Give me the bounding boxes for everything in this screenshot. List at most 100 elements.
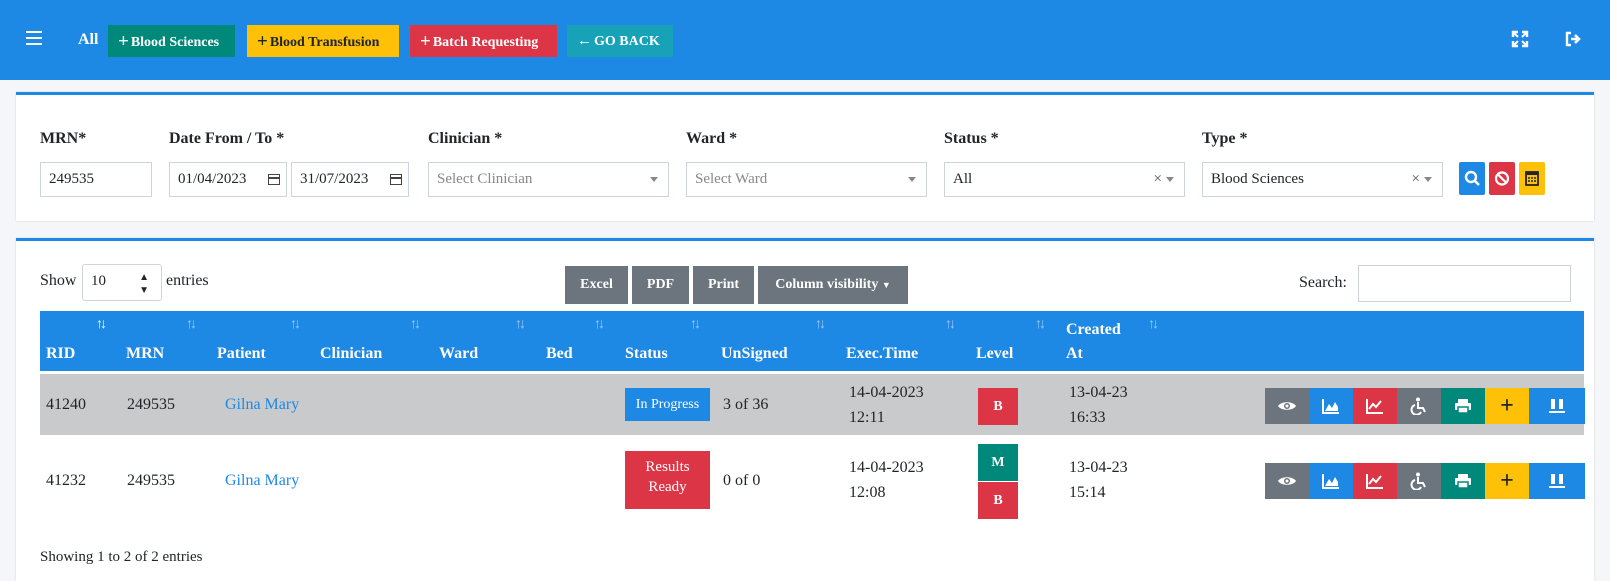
plus-icon: + — [1500, 392, 1514, 419]
col-unsigned[interactable]: UnSigned — [721, 345, 788, 363]
area-chart-button[interactable] — [1309, 388, 1353, 424]
sort-icon[interactable]: ↑↓ — [410, 317, 421, 333]
sort-icon[interactable]: ↑↓ — [96, 317, 107, 333]
print-row-button[interactable] — [1441, 388, 1485, 424]
clear-icon[interactable]: × — [1154, 163, 1162, 196]
table-header: RID ↑↓ MRN ↑↓ Patient ↑↓ Clinician ↑↓ Wa… — [40, 311, 1584, 371]
wheelchair-icon — [1410, 397, 1426, 415]
mrn-label: MRN* — [40, 130, 87, 147]
sort-icon[interactable]: ↑↓ — [594, 317, 605, 333]
clear-icon[interactable]: × — [1412, 163, 1420, 196]
blood-transfusion-button[interactable]: + Blood Transfusion — [247, 25, 399, 57]
col-ward[interactable]: Ward — [439, 345, 478, 363]
sort-icon[interactable]: ↑↓ — [290, 317, 301, 333]
view-button[interactable] — [1265, 463, 1309, 499]
status-badge: In Progress — [625, 388, 710, 421]
line-chart-button[interactable] — [1353, 388, 1397, 424]
chevron-down-icon: ▼ — [881, 280, 891, 290]
sort-icon[interactable]: ↑↓ — [186, 317, 197, 333]
calendar-button[interactable] — [1519, 162, 1545, 195]
table-search-input[interactable] — [1358, 265, 1571, 302]
table-info: Showing 1 to 2 of 2 entries — [40, 549, 203, 565]
accessibility-button[interactable] — [1397, 463, 1441, 499]
sort-icon[interactable]: ↑↓ — [1148, 317, 1159, 333]
clinician-select[interactable]: Select Clinician — [428, 162, 669, 197]
sort-icon[interactable]: ↑↓ — [815, 317, 826, 333]
menu-icon[interactable] — [26, 31, 42, 45]
chevron-down-icon — [650, 177, 658, 182]
cell-rid: 41232 — [46, 472, 86, 489]
sort-icon[interactable]: ↑↓ — [1035, 317, 1046, 333]
cell-mrn: 249535 — [127, 472, 175, 489]
col-rid[interactable]: RID — [46, 345, 75, 363]
entries-select[interactable]: 10 ▲ ▼ — [82, 264, 162, 301]
entries-label: entries — [166, 272, 209, 289]
fullscreen-icon[interactable] — [1511, 30, 1529, 48]
search-button[interactable] — [1459, 162, 1485, 195]
wheelchair-icon — [1410, 472, 1426, 490]
print-row-button[interactable] — [1441, 463, 1485, 499]
sort-icon[interactable]: ↑↓ — [515, 317, 526, 333]
blood-sciences-button[interactable]: + Blood Sciences — [108, 25, 235, 57]
level-badge: B — [978, 388, 1018, 425]
patient-link[interactable]: Gilna Mary — [225, 472, 299, 490]
sort-icon[interactable]: ↑↓ — [690, 317, 701, 333]
col-level[interactable]: Level — [976, 345, 1013, 363]
patient-link[interactable]: Gilna Mary — [225, 396, 299, 414]
search-label: Search: — [1299, 274, 1347, 291]
go-back-button[interactable]: ← GO BACK — [567, 25, 673, 57]
all-link[interactable]: All — [78, 31, 98, 49]
col-created[interactable]: Created — [1066, 321, 1121, 339]
add-button[interactable]: + — [1485, 388, 1529, 424]
view-button[interactable] — [1265, 388, 1309, 424]
line-chart-icon — [1366, 474, 1383, 489]
calendar-icon — [1525, 171, 1539, 186]
print-button[interactable]: Print — [693, 266, 754, 304]
eye-icon — [1278, 402, 1296, 410]
area-chart-icon — [1322, 474, 1339, 489]
status-select[interactable]: All × — [944, 162, 1185, 197]
plus-icon: + — [1500, 467, 1514, 494]
column-visibility-button[interactable]: Column visibility ▼ — [758, 266, 908, 304]
pdf-button[interactable]: PDF — [632, 266, 689, 304]
show-label: Show — [40, 272, 77, 289]
ward-label: Ward * — [686, 130, 738, 147]
type-select[interactable]: Blood Sciences × — [1202, 162, 1443, 197]
plus-icon: + — [420, 31, 431, 52]
col-clinician[interactable]: Clinician — [320, 345, 382, 363]
cell-unsigned: 3 of 36 — [723, 396, 769, 413]
ward-select[interactable]: Select Ward — [686, 162, 927, 197]
mrn-input[interactable]: 249535 — [40, 162, 152, 197]
calendar-icon[interactable] — [390, 174, 402, 185]
tubes-button[interactable] — [1529, 388, 1585, 424]
area-chart-button[interactable] — [1309, 463, 1353, 499]
row-actions: + — [1265, 463, 1585, 499]
batch-requesting-button[interactable]: + Batch Requesting — [410, 25, 557, 57]
reset-button[interactable] — [1489, 162, 1515, 195]
col-mrn[interactable]: MRN — [126, 345, 164, 363]
col-bed[interactable]: Bed — [546, 345, 573, 363]
sort-icon[interactable]: ↑↓ — [945, 317, 956, 333]
chevron-down-icon — [1166, 177, 1174, 182]
col-patient[interactable]: Patient — [217, 345, 266, 363]
col-created-at[interactable]: At — [1066, 345, 1083, 363]
calendar-icon[interactable] — [268, 174, 280, 185]
date-to-input[interactable]: 31/07/2023 — [291, 162, 409, 197]
logout-icon[interactable] — [1564, 30, 1582, 48]
sort-icon: ▲ ▼ — [139, 272, 149, 296]
type-label: Type * — [1202, 130, 1248, 147]
tubes-button[interactable] — [1529, 463, 1585, 499]
add-button[interactable]: + — [1485, 463, 1529, 499]
cell-rid: 41240 — [46, 396, 86, 413]
excel-button[interactable]: Excel — [565, 266, 628, 304]
col-status[interactable]: Status — [625, 345, 668, 363]
row-actions: + — [1265, 388, 1585, 424]
date-from-input[interactable]: 01/04/2023 — [169, 162, 287, 197]
accessibility-button[interactable] — [1397, 388, 1441, 424]
line-chart-button[interactable] — [1353, 463, 1397, 499]
test-tube-icon — [1549, 399, 1565, 413]
col-exec-time[interactable]: Exec.Time — [846, 345, 918, 363]
plus-icon: + — [257, 31, 268, 52]
cell-exec-time: 12:08 — [849, 484, 886, 501]
arrow-left-icon: ← — [577, 33, 592, 49]
